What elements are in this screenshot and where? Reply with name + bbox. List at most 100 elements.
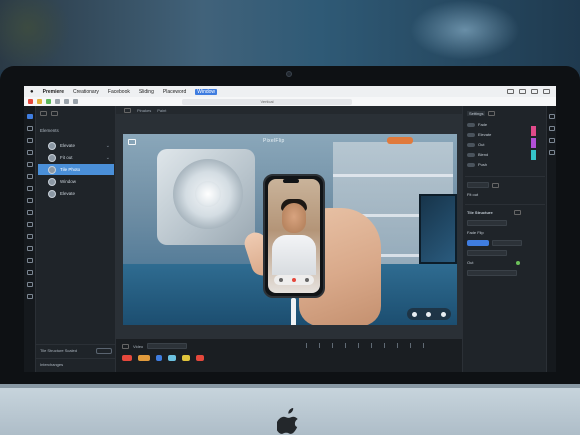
layers-tool-icon[interactable] [27,258,33,263]
canvas-grid-icon[interactable] [124,107,131,113]
property-row[interactable]: Tile Structure [467,210,521,215]
property-toggle[interactable] [467,132,475,137]
effects-tool-icon[interactable] [27,282,33,287]
clip-marker[interactable] [168,355,176,361]
back-icon[interactable] [64,99,69,104]
property-row[interactable]: Fade [467,122,487,127]
history-tab-icon[interactable] [549,150,555,155]
camera-icon[interactable] [128,139,136,145]
menu-item-5[interactable]: Window [195,88,218,95]
mute-icon[interactable] [278,278,283,282]
property-toggle[interactable] [467,142,475,147]
clip-marker[interactable] [122,355,132,361]
property-row[interactable] [467,182,499,188]
apple-menu-icon[interactable]: ● [30,89,34,95]
scene-badge[interactable] [387,137,413,144]
color-swatch[interactable] [531,126,536,136]
clip-marker[interactable] [182,355,190,361]
zoom-window-icon[interactable] [46,99,51,104]
property-toggle[interactable] [467,162,475,167]
property-row[interactable] [467,270,517,276]
minimize-window-icon[interactable] [37,99,42,104]
panel-menu-icon[interactable] [40,111,47,116]
rewind-icon[interactable] [411,311,417,317]
timeline-menu-icon[interactable] [122,343,129,349]
layer-item[interactable]: Elevate [38,188,114,199]
control-center-icon[interactable] [543,89,550,94]
forward-icon[interactable] [73,99,78,104]
property-row[interactable]: Push [467,162,487,167]
select-tool-icon[interactable] [27,114,33,119]
property-row[interactable]: Blend [467,152,488,157]
shape-tool-icon[interactable] [27,150,33,155]
mask-tool-icon[interactable] [27,270,33,275]
apply-button[interactable] [467,240,489,246]
text-tool-icon[interactable] [27,138,33,143]
property-field[interactable] [467,182,489,188]
property-label: Fade [478,122,488,127]
sidebar-toggle-icon[interactable] [55,99,60,104]
menu-item-1[interactable]: Creationary [73,89,99,95]
tab-pinakes[interactable]: Pinakes [137,108,151,113]
color-tab-icon[interactable] [549,138,555,143]
property-row[interactable] [467,220,507,226]
menu-app-name[interactable]: Premiere [43,89,64,95]
menu-item-2[interactable]: Facebook [108,89,130,95]
document-title-field[interactable]: Vertical [182,98,352,105]
brush-tool-icon[interactable] [27,174,33,179]
property-field[interactable] [467,220,507,226]
pen-tool-icon[interactable] [27,162,33,167]
fill-tool-icon[interactable] [27,198,33,203]
close-window-icon[interactable] [28,99,33,104]
clip-marker[interactable] [156,355,162,361]
section-expand-icon[interactable] [513,210,521,215]
menu-item-4[interactable]: Placeword [163,89,186,95]
property-row[interactable]: Fit out [467,192,478,197]
property-toggle[interactable] [467,152,475,157]
eraser-tool-icon[interactable] [27,186,33,191]
canvas-preview[interactable]: PixelFlip [123,134,457,325]
layer-item[interactable]: Elevate ⌄ [38,140,114,151]
speaker-icon[interactable] [305,278,310,282]
property-row[interactable] [467,240,522,246]
clip-marker[interactable] [138,355,150,361]
color-swatch[interactable] [531,150,536,160]
chevron-down-icon[interactable]: ⌄ [106,155,110,161]
property-row[interactable]: Fade Flip [467,230,484,235]
property-field[interactable] [492,240,522,246]
property-field[interactable] [467,270,517,276]
chevron-down-icon[interactable]: ⌄ [106,143,110,149]
gradient-tool-icon[interactable] [27,210,33,215]
play-icon[interactable] [426,311,432,317]
clip-marker[interactable] [196,355,204,361]
property-row[interactable]: Elevate [467,132,491,137]
hand-tool-icon[interactable] [27,234,33,239]
property-row[interactable]: Out [467,260,521,265]
layer-item[interactable]: Window [38,176,114,187]
property-settings-icon[interactable] [492,182,499,188]
layers-panel: Elements Elevate ⌄ Fit out ⌄ Tile Photo … [36,106,116,372]
timeline-search[interactable] [147,343,188,349]
zoom-tool-icon[interactable] [27,246,33,251]
tab-paint[interactable]: Paint [157,108,166,113]
audio-tool-icon[interactable] [27,294,33,299]
panel-options-icon[interactable] [51,111,58,116]
color-swatch[interactable] [531,138,536,148]
layer-item-active[interactable]: Tile Photo [38,164,114,175]
property-row[interactable]: Out [467,142,484,147]
properties-menu-icon[interactable] [488,111,496,116]
eyedropper-tool-icon[interactable] [27,222,33,227]
layers-footer-button[interactable] [96,347,112,354]
properties-tab-icon[interactable] [549,114,555,119]
timeline-ruler[interactable] [306,343,456,349]
end-call-icon[interactable] [291,278,296,282]
search-icon[interactable] [531,89,538,94]
menu-item-3[interactable]: Sliding [139,89,154,95]
crop-tool-icon[interactable] [27,126,33,131]
property-field[interactable] [467,250,507,256]
forward-icon[interactable] [441,311,447,317]
property-row[interactable] [467,250,507,256]
adjustments-tab-icon[interactable] [549,126,555,131]
layer-item[interactable]: Fit out ⌄ [38,152,114,163]
property-toggle[interactable] [467,122,475,127]
